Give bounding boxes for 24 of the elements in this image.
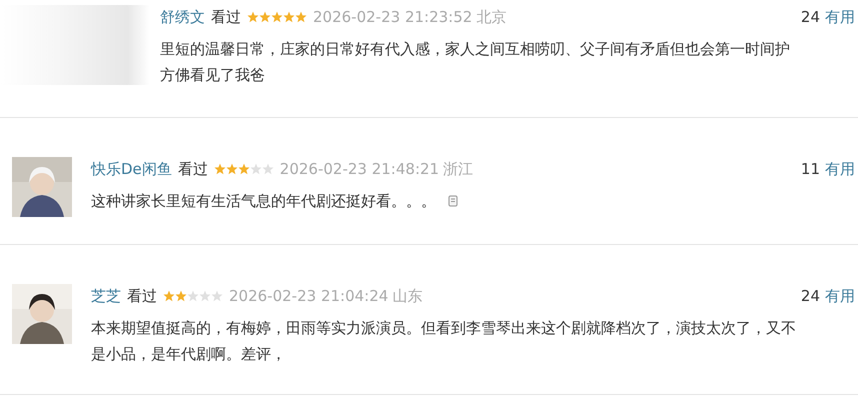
review-text: 是小品，是年代剧啊。差评， [91, 344, 286, 365]
review-time: 2026-02-23 21:04:24 [229, 287, 388, 305]
useful-count: 24 [800, 287, 820, 305]
useful-link[interactable]: 有用 [825, 160, 855, 178]
watch-status: 看过 [127, 286, 157, 306]
user-name-link[interactable]: 舒绣文 [160, 8, 205, 26]
review-text: 这种讲家长里短有生活气息的年代剧还挺好看。。。 [91, 191, 436, 212]
review-location: 浙江 [443, 160, 474, 178]
review-text: 里短的温馨日常，庄家的日常好有代入感，家人之间互相唠叨、父子间有矛盾但也会第一时间护 [160, 39, 790, 60]
useful-count: 24 [800, 8, 820, 26]
review-text: 本来期望值挺高的，有梅婷，田雨等实力派演员。但看到李雪琴出来这个剧就降档次了，演技太次了，又不 [91, 318, 796, 339]
review-text: 方佛看见了我爸 [160, 65, 265, 86]
review-location: 北京 [476, 8, 506, 26]
useful-count: 11 [800, 160, 820, 178]
review-location: 山东 [392, 286, 422, 306]
useful-link[interactable]: 有用 [825, 286, 855, 306]
watch-status: 看过 [211, 8, 241, 26]
review-time: 2026-02-23 21:23:52 [313, 8, 472, 26]
user-name-link[interactable]: 芝芝 [91, 286, 121, 306]
review-time: 2026-02-23 21:48:21 [280, 160, 440, 178]
useful-link[interactable]: 有用 [825, 8, 855, 26]
user-name-link[interactable]: 快乐De闲鱼 [91, 160, 172, 178]
document-icon[interactable] [448, 195, 458, 207]
watch-status: 看过 [178, 160, 208, 178]
